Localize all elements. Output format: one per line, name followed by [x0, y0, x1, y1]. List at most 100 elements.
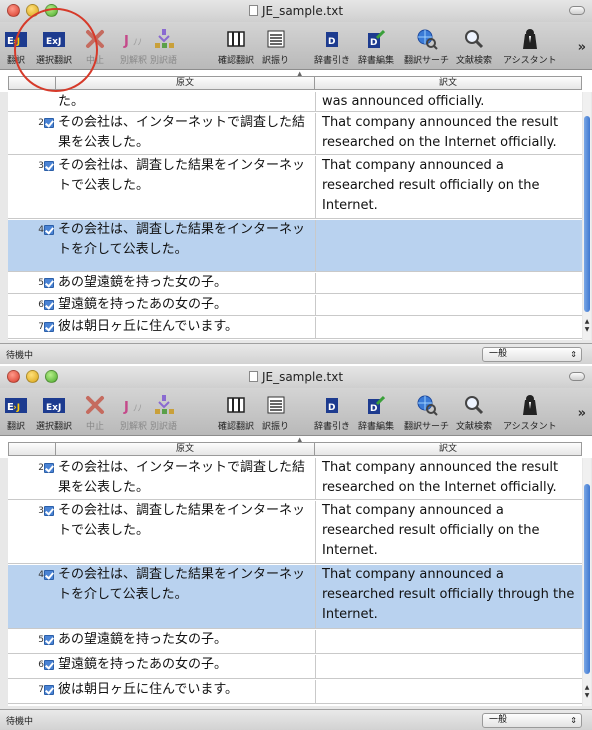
target-cell[interactable]: was announced officially.	[315, 92, 582, 111]
source-cell[interactable]: その会社は、インターネットで調査した結果を公表した。	[56, 113, 315, 153]
table-row[interactable]: 6 望遠鏡を持ったあの女の子。	[8, 295, 582, 316]
literature-search-button[interactable]: 文献検索	[456, 393, 492, 435]
row-checkbox[interactable]	[44, 570, 54, 580]
svg-text:D: D	[328, 37, 335, 47]
row-checkbox[interactable]	[44, 506, 54, 516]
literature-search-button[interactable]: 文献検索	[456, 27, 492, 69]
interlinear-button[interactable]: 訳振り	[262, 27, 289, 69]
source-cell[interactable]: あの望遠鏡を持った女の子。	[56, 273, 315, 293]
source-cell[interactable]: あの望遠鏡を持った女の子。	[56, 630, 315, 650]
vertical-scrollbar[interactable]	[583, 92, 591, 340]
alt-word-icon	[152, 27, 176, 51]
source-cell[interactable]: た。	[56, 92, 315, 112]
sentence-table: 2 その会社は、インターネットで調査した結果を公表した。 That compan…	[8, 458, 582, 706]
window-title: JE_sample.txt	[0, 370, 592, 384]
target-cell[interactable]	[315, 295, 582, 315]
dictionary-edit-button[interactable]: D 辞書編集	[358, 393, 394, 435]
target-cell[interactable]: That company announced a researched resu…	[315, 501, 582, 563]
field-select[interactable]: 一般 ⇕	[482, 713, 582, 728]
row-checkbox[interactable]	[44, 635, 54, 645]
row-checkbox[interactable]	[44, 161, 54, 171]
select-arrows-icon: ⇕	[570, 350, 577, 359]
interlinear-button[interactable]: 訳振り	[262, 393, 289, 435]
source-cell[interactable]: その会社は、インターネットで調査した結果を公表した。	[56, 458, 315, 498]
scroll-arrows-icon[interactable]: ▲ ▼	[583, 684, 591, 702]
source-cell[interactable]: その会社は、調査した結果をインターネットで公表した。	[56, 501, 315, 541]
target-cell[interactable]: That company announced a researched resu…	[315, 565, 582, 628]
column-header-source[interactable]: 原文	[56, 442, 315, 456]
target-cell[interactable]: That company announced the result resear…	[315, 458, 582, 499]
title-bar[interactable]: JE_sample.txt	[0, 366, 592, 388]
source-cell[interactable]: その会社は、調査した結果をインターネットを介して公表した。	[56, 220, 315, 260]
selection-translate-button[interactable]: ExJ 選択翻訳	[22, 393, 72, 435]
vertical-scrollbar[interactable]	[583, 458, 591, 706]
assistant-button[interactable]: アシスタント	[503, 393, 557, 435]
table-row[interactable]: 7 彼は朝日ヶ丘に住んでいます。	[8, 680, 582, 704]
target-cell[interactable]: That company announced a researched resu…	[315, 156, 582, 218]
row-number: 2	[38, 118, 44, 128]
row-checkbox[interactable]	[44, 300, 54, 310]
assistant-button[interactable]: アシスタント	[503, 27, 557, 69]
table-row[interactable]: 5 あの望遠鏡を持った女の子。	[8, 273, 582, 294]
target-cell[interactable]	[315, 680, 582, 703]
table-row[interactable]: 5 あの望遠鏡を持った女の子。	[8, 630, 582, 654]
dictionary-lookup-button[interactable]: D 辞書引き	[314, 27, 350, 69]
column-header-target[interactable]: 訳文	[315, 442, 582, 456]
target-cell[interactable]	[315, 273, 582, 293]
column-header-source[interactable]: 原文	[56, 76, 315, 90]
table-row-selected[interactable]: 4 その会社は、調査した結果をインターネットを介して公表した。 That com…	[8, 565, 582, 629]
alt-word-button[interactable]: 別訳語	[150, 393, 177, 435]
source-cell[interactable]: 彼は朝日ヶ丘に住んでいます。	[56, 317, 315, 337]
row-checkbox[interactable]	[44, 118, 54, 128]
table-row[interactable]: た。 was announced officially.	[8, 92, 582, 112]
toolbar-toggle-button[interactable]	[569, 372, 585, 381]
table-row[interactable]: 2 その会社は、インターネットで調査した結果を公表した。 That compan…	[8, 113, 582, 155]
alt-interpretation-button[interactable]: J ﾉﾉ 別解釈	[120, 393, 147, 435]
table-row[interactable]: 3 その会社は、調査した結果をインターネットで公表した。 That compan…	[8, 501, 582, 564]
source-cell[interactable]: 彼は朝日ヶ丘に住んでいます。	[56, 680, 315, 700]
target-cell[interactable]: That company announced the result resear…	[315, 113, 582, 154]
dictionary-lookup-button[interactable]: D 辞書引き	[314, 393, 350, 435]
alt-word-button[interactable]: 別訳語	[150, 27, 177, 69]
row-checkbox[interactable]	[44, 278, 54, 288]
target-cell[interactable]	[315, 220, 582, 271]
globe-search-icon	[415, 393, 439, 417]
toolbar-overflow-button[interactable]: »	[578, 406, 586, 421]
source-cell[interactable]: その会社は、調査した結果をインターネットを介して公表した。	[56, 565, 315, 605]
stop-button[interactable]: 中止	[83, 393, 107, 435]
source-cell[interactable]: その会社は、調査した結果をインターネットで公表した。	[56, 156, 315, 196]
field-select[interactable]: 一般 ⇕	[482, 347, 582, 362]
source-cell[interactable]: 望遠鏡を持ったあの女の子。	[56, 655, 315, 675]
column-header-target[interactable]: 訳文	[315, 76, 582, 90]
confirm-translate-button[interactable]: 確認翻訳	[218, 393, 254, 435]
title-bar[interactable]: JE_sample.txt	[0, 0, 592, 22]
translation-search-button[interactable]: 翻訳サーチ	[404, 393, 449, 435]
row-checkbox[interactable]	[44, 685, 54, 695]
alt-interpretation-button[interactable]: J ﾉﾉ 別解釈	[120, 27, 147, 69]
scroll-arrows-icon[interactable]: ▲ ▼	[583, 318, 591, 336]
row-checkbox[interactable]	[44, 660, 54, 670]
table-row[interactable]: 2 その会社は、インターネットで調査した結果を公表した。 That compan…	[8, 458, 582, 500]
alt-word-icon	[152, 393, 176, 417]
row-number: 7	[38, 322, 44, 332]
scrollbar-thumb[interactable]	[584, 116, 590, 312]
row-number: 3	[38, 161, 44, 171]
table-row[interactable]: 6 望遠鏡を持ったあの女の子。	[8, 655, 582, 679]
dictionary-edit-button[interactable]: D 辞書編集	[358, 27, 394, 69]
row-checkbox[interactable]	[44, 225, 54, 235]
toolbar-overflow-button[interactable]: »	[578, 40, 586, 55]
scrollbar-thumb[interactable]	[584, 484, 590, 674]
target-cell[interactable]	[315, 630, 582, 653]
target-cell[interactable]	[315, 655, 582, 678]
translation-search-button[interactable]: 翻訳サーチ	[404, 27, 449, 69]
row-checkbox[interactable]	[44, 322, 54, 332]
table-row-selected[interactable]: 4 その会社は、調査した結果をインターネットを介して公表した。	[8, 220, 582, 272]
confirm-translate-button[interactable]: 確認翻訳	[218, 27, 254, 69]
toolbar-toggle-button[interactable]	[569, 6, 585, 15]
row-checkbox[interactable]	[44, 463, 54, 473]
table-row[interactable]: 7 彼は朝日ヶ丘に住んでいます。	[8, 317, 582, 339]
source-cell[interactable]: 望遠鏡を持ったあの女の子。	[56, 295, 315, 315]
svg-text:J: J	[123, 34, 129, 48]
target-cell[interactable]	[315, 317, 582, 338]
table-row[interactable]: 3 その会社は、調査した結果をインターネットで公表した。 That compan…	[8, 156, 582, 219]
